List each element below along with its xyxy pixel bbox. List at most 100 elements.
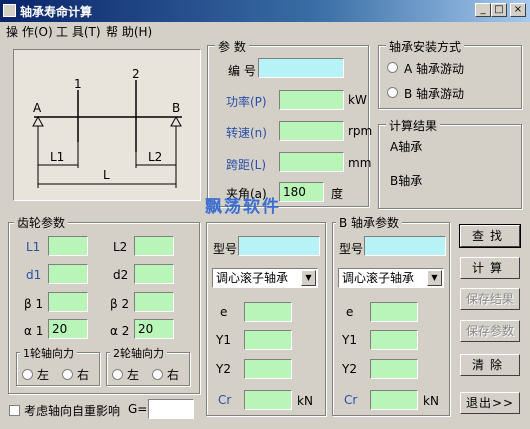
gear-b1-input[interactable]: [48, 292, 88, 312]
label-l: L: [103, 168, 110, 182]
axial1-left-radio[interactable]: [22, 369, 33, 380]
gear-b2-label: β 2: [110, 297, 130, 311]
b-cr-label: Cr: [344, 393, 358, 407]
gear-a2-label: α 2: [110, 324, 130, 338]
power-input[interactable]: [279, 90, 344, 110]
window-title: 轴承寿命计算: [20, 5, 93, 19]
b-cr-unit: kN: [423, 394, 439, 408]
results-title: 计算结果: [386, 117, 441, 134]
mount-b-radio[interactable]: [387, 87, 398, 98]
b-e-input[interactable]: [370, 302, 418, 322]
b-y2-label: Y2: [342, 362, 357, 376]
app-icon: [3, 4, 16, 17]
axial2-right-label: 右: [167, 368, 180, 382]
axial1-title: 1轮轴向力: [20, 345, 77, 361]
span-unit: mm: [348, 156, 372, 170]
b-model-input[interactable]: [364, 236, 446, 256]
label-l1: L1: [50, 150, 64, 164]
gear-a1-label: α 1: [24, 324, 44, 338]
a-e-input[interactable]: [244, 302, 292, 322]
chevron-down-icon[interactable]: ▼: [301, 270, 316, 286]
calculate-button[interactable]: 计算: [460, 257, 520, 279]
menu-tools[interactable]: 工 具(T): [56, 23, 101, 40]
a-y1-input[interactable]: [244, 330, 292, 350]
power-label: 功率(P): [226, 95, 267, 109]
b-y2-input[interactable]: [370, 359, 418, 379]
gear-title: 齿轮参数: [14, 214, 69, 231]
a-cr-input[interactable]: [244, 390, 292, 410]
a-type-select[interactable]: 调心滚子轴承 ▼: [212, 268, 318, 288]
save-params-button[interactable]: 保存参数: [460, 320, 520, 342]
save-result-button[interactable]: 保存结果: [460, 288, 520, 310]
label-2: 2: [132, 67, 140, 81]
axial1-left-label: 左: [37, 368, 50, 382]
g-input[interactable]: [148, 399, 194, 419]
angle-unit: 度: [331, 187, 344, 201]
g-label: G=: [128, 402, 148, 416]
search-button[interactable]: 查找: [459, 224, 521, 248]
a-cr-unit: kN: [297, 394, 313, 408]
axial2-left-radio[interactable]: [112, 369, 123, 380]
speed-input[interactable]: [279, 121, 344, 141]
gear-l2-input[interactable]: [134, 236, 174, 256]
a-y2-input[interactable]: [244, 359, 292, 379]
b-type-select[interactable]: 调心滚子轴承 ▼: [338, 268, 444, 288]
clear-button[interactable]: 清除: [460, 354, 520, 376]
gear-b1-label: β 1: [24, 297, 44, 311]
gear-a2-input[interactable]: 20: [134, 319, 174, 339]
watermark: 飘荡软件: [205, 197, 281, 217]
b-type-value: 调心滚子轴承: [342, 271, 415, 285]
a-type-value: 调心滚子轴承: [216, 271, 289, 285]
gear-l1-input[interactable]: [48, 236, 88, 256]
a-y1-label: Y1: [216, 333, 231, 347]
shaft-diagram-svg: A B 1 2 L1 L2 L: [32, 67, 182, 188]
b-bearing-title: B 轴承参数: [336, 214, 403, 231]
speed-label: 转速(n): [226, 126, 267, 140]
support-b: [170, 115, 182, 127]
mount-b-label: B 轴承游动: [404, 87, 465, 101]
chevron-down-icon[interactable]: ▼: [427, 270, 442, 286]
a-model-input[interactable]: [238, 236, 320, 256]
label-1: 1: [74, 77, 82, 91]
self-weight-label: 考虑轴向自重影响: [24, 404, 121, 418]
speed-unit: rpm: [348, 124, 373, 138]
b-cr-input[interactable]: [370, 390, 418, 410]
axial2-left-label: 左: [127, 368, 140, 382]
a-y2-label: Y2: [216, 362, 231, 376]
a-cr-label: Cr: [218, 393, 232, 407]
gear-a1-input[interactable]: 20: [48, 319, 88, 339]
mount-a-radio[interactable]: [387, 62, 398, 73]
power-unit: kW: [348, 93, 367, 107]
gear-d2-input[interactable]: [134, 264, 174, 284]
close-button[interactable]: ×: [510, 3, 526, 17]
results-group: [378, 124, 522, 209]
b-model-label: 型号: [339, 242, 364, 256]
angle-input[interactable]: 180: [279, 182, 324, 202]
self-weight-checkbox[interactable]: [9, 405, 20, 416]
gear-b2-input[interactable]: [134, 292, 174, 312]
a-model-label: 型号: [213, 242, 238, 256]
shaft-diagram: A B 1 2 L1 L2 L: [13, 49, 201, 201]
exit-button[interactable]: 退出>>: [460, 392, 520, 414]
a-e-label: e: [220, 305, 228, 319]
gear-l2-label: L2: [113, 240, 128, 254]
menu-help[interactable]: 帮 助(H): [106, 23, 152, 40]
span-input[interactable]: [279, 152, 344, 172]
b-y1-label: Y1: [342, 333, 357, 347]
menu-operate[interactable]: 操 作(O): [6, 23, 53, 40]
axial2-right-radio[interactable]: [152, 369, 163, 380]
code-input[interactable]: [258, 58, 344, 78]
code-label: 编 号: [228, 64, 256, 78]
mount-title: 轴承安装方式: [386, 38, 465, 55]
b-y1-input[interactable]: [370, 330, 418, 350]
label-l2: L2: [148, 150, 162, 164]
gear-d1-label: d1: [26, 268, 42, 282]
axial1-right-radio[interactable]: [62, 369, 73, 380]
params-title: 参 数: [215, 38, 249, 55]
minimize-button[interactable]: _: [475, 3, 491, 17]
maximize-button[interactable]: □: [491, 3, 507, 17]
gear-d1-input[interactable]: [48, 264, 88, 284]
axial2-title: 2轮轴向力: [110, 345, 167, 361]
b-e-label: e: [346, 305, 354, 319]
support-a: [32, 115, 44, 127]
